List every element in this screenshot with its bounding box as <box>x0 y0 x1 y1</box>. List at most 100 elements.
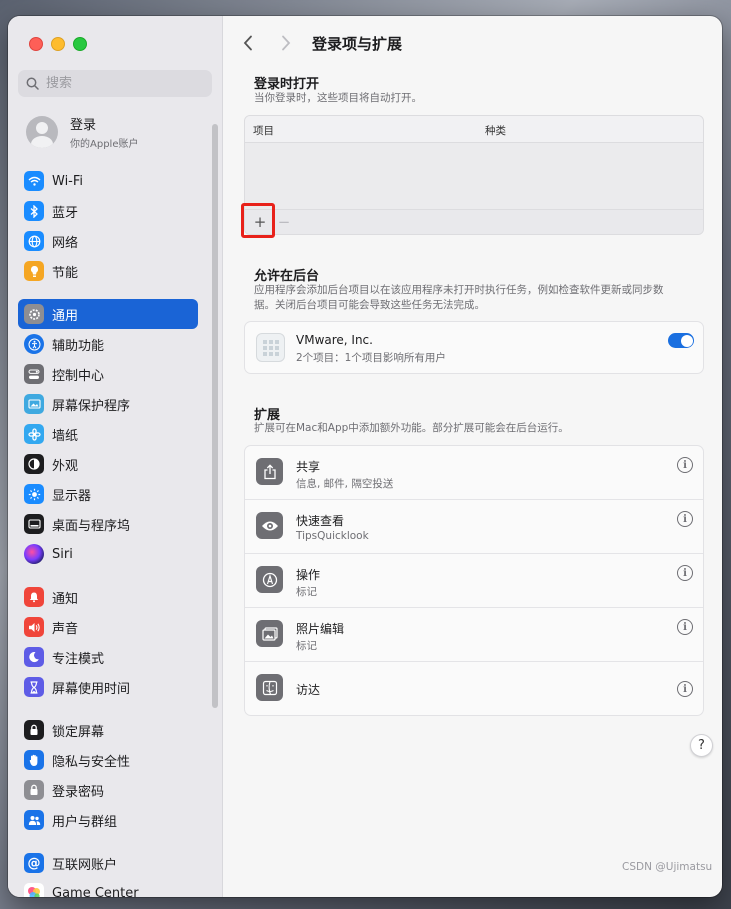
wallpaper-icon <box>24 424 44 444</box>
sidebar-scrollbar[interactable] <box>212 124 218 708</box>
list-item[interactable]: 访达 i <box>245 662 703 715</box>
sidebar-item-internet-accounts[interactable]: @ 互联网账户 <box>18 848 198 878</box>
sidebar-item-label: 蓝牙 <box>52 205 79 221</box>
sidebar-item-wifi[interactable]: Wi-Fi <box>18 166 198 196</box>
login-items-table[interactable]: 项目 种类 + − <box>244 115 704 235</box>
sidebar-item-game-center[interactable]: Game Center <box>18 878 198 897</box>
sidebar-item-label: 辅助功能 <box>52 338 105 354</box>
list-item[interactable]: 操作 标记 i <box>245 554 703 608</box>
wifi-icon <box>24 171 44 191</box>
account-subtitle: 你的Apple账户 <box>70 139 139 150</box>
extension-name: 访达 <box>296 683 321 697</box>
column-header-kind[interactable]: 种类 <box>485 123 506 138</box>
share-icon <box>256 458 283 485</box>
gear-icon <box>24 304 44 324</box>
search-field[interactable] <box>18 70 212 97</box>
table-footer: + − <box>245 209 703 234</box>
sidebar-item-screen-time[interactable]: 屏幕使用时间 <box>18 672 198 702</box>
siri-icon <box>24 544 44 564</box>
help-button[interactable]: ? <box>690 734 713 757</box>
remove-login-item-button[interactable]: − <box>273 212 295 232</box>
sidebar-item-label: 通知 <box>52 591 79 607</box>
sidebar-item-label: 桌面与程序坞 <box>52 518 131 534</box>
vmware-app-icon <box>256 333 285 362</box>
hourglass-icon <box>24 677 44 697</box>
minimize-button[interactable] <box>51 37 65 51</box>
sidebar-item-wallpaper[interactable]: 墙纸 <box>18 419 198 449</box>
extension-detail: 标记 <box>296 640 317 652</box>
list-item[interactable]: VMware, Inc. 2个项目：1个项目影响所有用户 <box>245 322 703 373</box>
list-item[interactable]: 快速查看 TipsQuicklook i <box>245 500 703 554</box>
chevron-left-icon <box>243 35 252 51</box>
finder-icon <box>256 674 283 701</box>
sidebar-item-dock[interactable]: 桌面与程序坞 <box>18 509 198 539</box>
column-header-item[interactable]: 项目 <box>253 123 274 138</box>
account-row[interactable]: 登录 你的Apple账户 <box>26 114 138 150</box>
login-items-subtitle: 当你登录时，这些项目将自动打开。 <box>254 92 422 104</box>
display-icon <box>24 484 44 504</box>
toolbar: 登录项与扩展 <box>223 16 722 68</box>
account-name: 登录 <box>70 118 97 133</box>
info-icon[interactable]: i <box>677 619 693 635</box>
sidebar-item-notifications[interactable]: 通知 <box>18 582 198 612</box>
search-input[interactable] <box>44 75 198 92</box>
info-icon[interactable]: i <box>677 457 693 473</box>
sidebar-item-login-password[interactable]: 登录密码 <box>18 775 198 805</box>
users-icon <box>24 810 44 830</box>
sidebar-item-sound[interactable]: 声音 <box>18 612 198 642</box>
sidebar-item-users[interactable]: 用户与群组 <box>18 805 198 835</box>
sidebar-item-label: Game Center <box>52 885 139 898</box>
globe-icon <box>24 231 44 251</box>
bluetooth-icon <box>24 201 44 221</box>
bulb-icon <box>24 261 44 281</box>
close-button[interactable] <box>29 37 43 51</box>
sidebar-item-label: 墙纸 <box>52 428 79 444</box>
info-icon[interactable]: i <box>677 511 693 527</box>
sidebar-item-general[interactable]: 通用 <box>18 299 198 329</box>
extension-detail: 标记 <box>296 586 317 598</box>
sidebar-item-label: 外观 <box>52 458 79 474</box>
background-item-detail: 2个项目：1个项目影响所有用户 <box>296 352 446 364</box>
back-button[interactable] <box>243 32 253 56</box>
extensions-card: 共享 信息, 邮件, 隔空投送 i 快速查看 TipsQuicklook i 操… <box>244 445 704 716</box>
sidebar-item-lock-screen[interactable]: 锁定屏幕 <box>18 715 198 745</box>
sidebar-item-bluetooth[interactable]: 蓝牙 <box>18 196 198 226</box>
sidebar-item-label: 专注模式 <box>52 651 105 667</box>
list-item[interactable]: 照片编辑 标记 i <box>245 608 703 662</box>
sidebar-item-accessibility[interactable]: 辅助功能 <box>18 329 198 359</box>
info-icon[interactable]: i <box>677 681 693 697</box>
sidebar-item-control-center[interactable]: 控制中心 <box>18 359 198 389</box>
game-center-icon <box>24 883 44 897</box>
extensions-subtitle: 扩展可在Mac和App中添加额外功能。部分扩展可能会在后台运行。 <box>254 422 569 434</box>
sidebar-item-energy[interactable]: 节能 <box>18 256 198 286</box>
background-items-card: VMware, Inc. 2个项目：1个项目影响所有用户 <box>244 321 704 374</box>
extension-name: 共享 <box>296 460 321 474</box>
dock-icon <box>24 514 44 534</box>
sidebar-item-network[interactable]: 网络 <box>18 226 198 256</box>
sidebar-item-label: 屏幕使用时间 <box>52 681 131 697</box>
list-item[interactable]: 共享 信息, 邮件, 隔空投送 i <box>245 446 703 500</box>
content-pane: 登录项与扩展 登录时打开 当你登录时，这些项目将自动打开。 项目 种类 + − … <box>223 16 722 897</box>
accessibility-icon <box>24 334 44 354</box>
watermark: CSDN @Ujimatsu <box>622 861 713 873</box>
speaker-icon <box>24 617 44 637</box>
vmware-background-toggle[interactable] <box>668 333 694 348</box>
zoom-button[interactable] <box>73 37 87 51</box>
extension-name: 操作 <box>296 568 321 582</box>
sidebar-item-appearance[interactable]: 外观 <box>18 449 198 479</box>
add-button-highlight <box>241 203 275 238</box>
sidebar-item-privacy[interactable]: 隐私与安全性 <box>18 745 198 775</box>
bell-icon <box>24 587 44 607</box>
sidebar-item-screensaver[interactable]: 屏幕保护程序 <box>18 389 198 419</box>
sidebar-item-label: 锁定屏幕 <box>52 724 105 740</box>
sidebar-item-displays[interactable]: 显示器 <box>18 479 198 509</box>
control-center-icon <box>24 364 44 384</box>
forward-button[interactable] <box>281 32 291 56</box>
sidebar-item-label: 屏幕保护程序 <box>52 398 131 414</box>
info-icon[interactable]: i <box>677 565 693 581</box>
table-header: 项目 种类 <box>245 116 703 143</box>
sidebar-item-label: 显示器 <box>52 488 92 504</box>
page-title: 登录项与扩展 <box>312 35 403 53</box>
sidebar-item-focus[interactable]: 专注模式 <box>18 642 198 672</box>
sidebar-item-siri[interactable]: Siri <box>18 539 198 569</box>
